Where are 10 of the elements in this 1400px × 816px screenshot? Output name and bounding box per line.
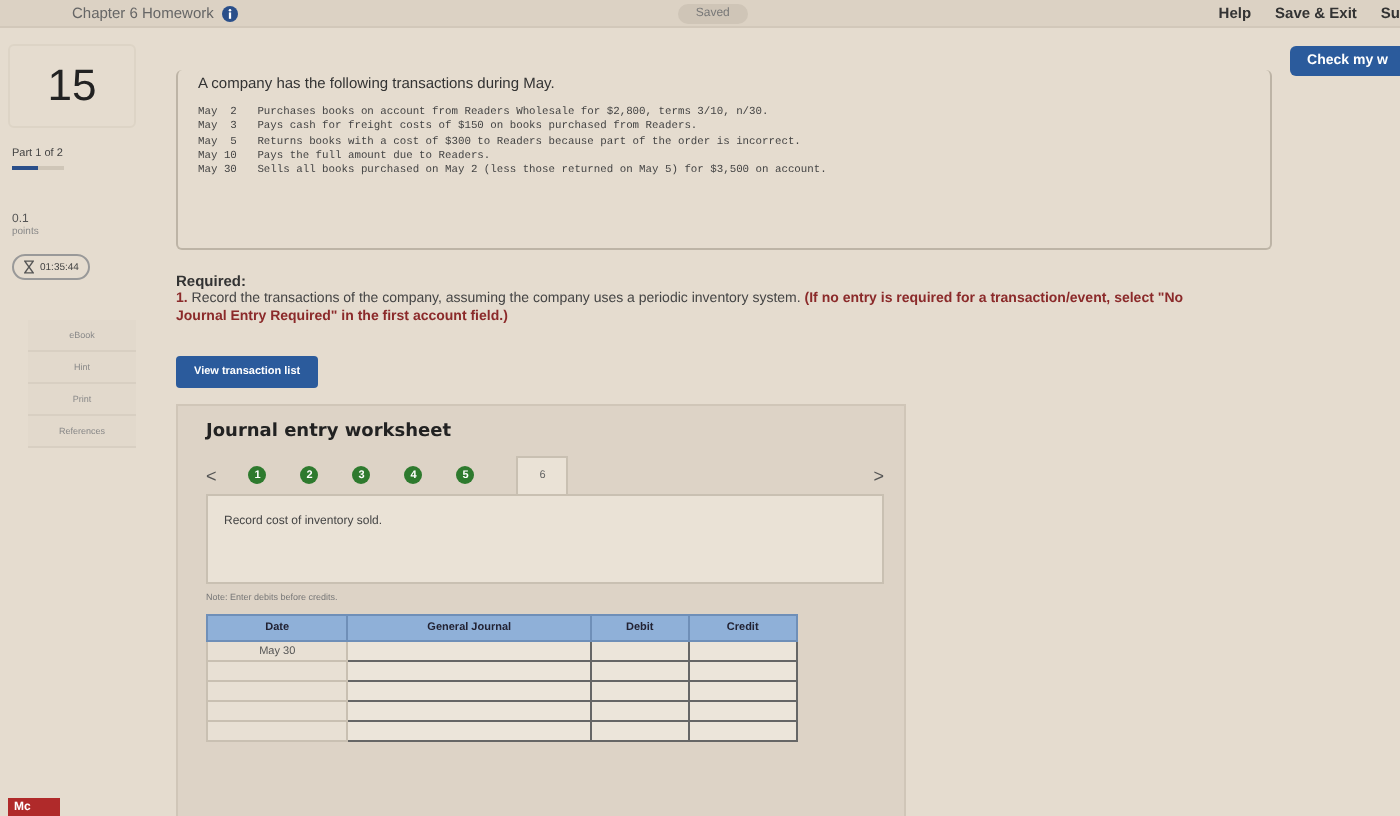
question-number: 15 <box>8 44 136 128</box>
worksheet-title: Journal entry worksheet <box>206 422 454 443</box>
info-icon[interactable] <box>221 5 238 21</box>
next-button[interactable]: > <box>873 466 894 495</box>
hourglass-icon <box>24 260 34 275</box>
date-cell <box>207 721 348 742</box>
date-cell <box>207 681 348 702</box>
previous-button[interactable]: < <box>206 466 233 495</box>
date-cell <box>207 661 348 682</box>
date-cell <box>207 701 348 722</box>
